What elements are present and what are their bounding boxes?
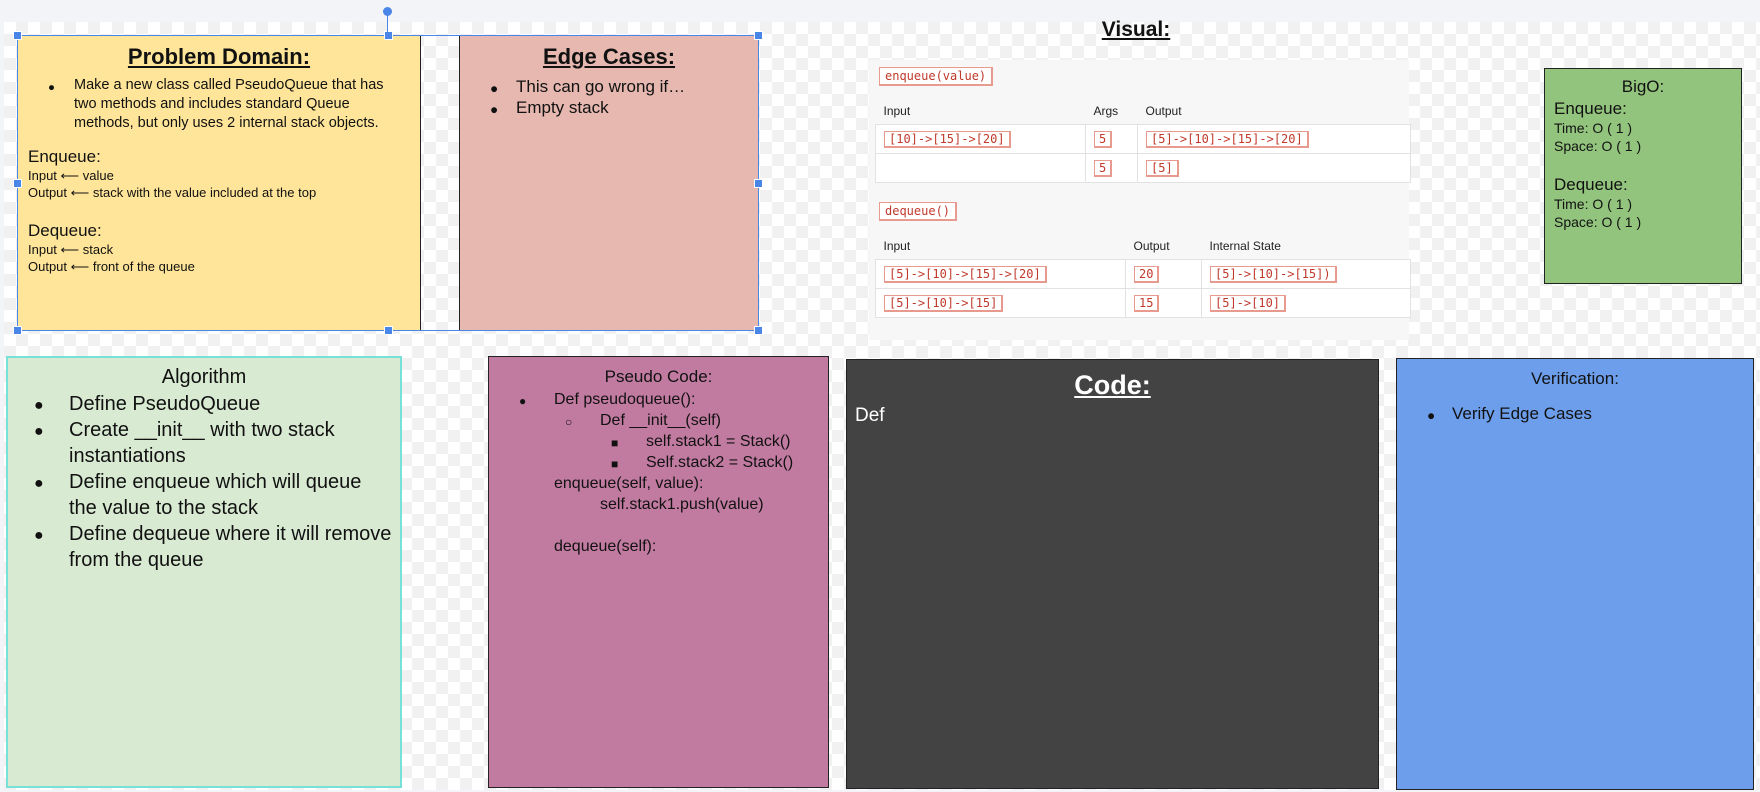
dequeue-table: Input Output Internal State [5]->[10]->[…	[875, 233, 1411, 318]
value-chip: 15	[1134, 294, 1160, 312]
problem-domain-box[interactable]: Problem Domain: Make a new class called …	[17, 35, 421, 331]
algorithm-step: Create __init__ with two stack instantia…	[14, 417, 394, 469]
table-cell: 20	[1125, 259, 1202, 289]
pseudo-line: enqueue(self, value):	[499, 473, 818, 494]
table-cell: 15	[1125, 288, 1202, 318]
value-chip: [5]->[10]->[15]->[20]	[1146, 130, 1309, 148]
table-cell: [5]->[10]->[15])	[1201, 259, 1411, 289]
table-row: [5]->[10]->[15]->[20] 20 [5]->[10]->[15]…	[875, 259, 1411, 289]
pseudo-code-box[interactable]: Pseudo Code: ● Def pseudoqueue(): ○ Def __…	[488, 356, 829, 788]
table-header-row: Input Output Internal State	[876, 233, 1411, 260]
code-body: Def	[855, 405, 885, 426]
pseudo-line-text: Def __init__(self)	[600, 412, 721, 429]
pseudo-line: ■ self.stack1 = Stack()	[499, 431, 818, 452]
algorithm-box[interactable]: Algorithm Define PseudoQueue Create __in…	[6, 356, 402, 788]
enqueue-output: Output ⟵ stack with the value included a…	[28, 185, 317, 200]
bigo-enqueue-time: Time: O ( 1 )	[1554, 120, 1633, 136]
column-header: Output	[1145, 104, 1182, 118]
pseudo-line-text: self.stack1.push(value)	[600, 496, 764, 513]
bigo-enqueue-space: Space: O ( 1 )	[1554, 138, 1642, 154]
code-box[interactable]: Code: Def	[846, 359, 1379, 789]
code-title: Code:	[1074, 370, 1151, 400]
table-row: [5]->[10]->[15] 15 [5]->[10]	[875, 288, 1411, 318]
bigo-dequeue-heading: Dequeue:	[1554, 175, 1628, 194]
problem-domain-title: Problem Domain:	[127, 44, 311, 69]
table-row: 5 [5]	[875, 153, 1411, 183]
bigo-enqueue-heading: Enqueue:	[1554, 99, 1627, 118]
algorithm-step: Define PseudoQueue	[14, 391, 394, 419]
dequeue-input: Input ⟵ stack	[28, 242, 114, 257]
enqueue-input: Input ⟵ value	[28, 168, 114, 183]
verification-list: Verify Edge Cases	[1407, 403, 1743, 426]
pseudo-line: dequeue(self):	[499, 536, 818, 557]
column-header: Input	[883, 104, 911, 118]
table-cell: 5	[1085, 124, 1138, 154]
bigo-title: BigO:	[1621, 77, 1665, 96]
rotate-handle[interactable]	[383, 7, 392, 16]
algorithm-title: Algorithm	[161, 366, 247, 388]
bullet-square: ■	[611, 457, 619, 471]
table-cell: [5]->[10]	[1201, 288, 1411, 318]
bullet-hollow: ○	[565, 415, 573, 429]
column-header: Args	[1093, 104, 1119, 118]
verification-item: Verify Edge Cases	[1407, 403, 1743, 426]
value-chip: [10]->[15]->[20]	[884, 130, 1011, 148]
visual-title: Visual:	[1101, 18, 1171, 41]
table-cell: [5]->[10]->[15]->[20]	[875, 259, 1126, 289]
column-header: Input	[883, 239, 911, 253]
value-chip: 20	[1134, 265, 1160, 283]
algorithm-list: Define PseudoQueue Create __init__ with …	[14, 391, 394, 573]
pseudo-line-text: self.stack1 = Stack()	[646, 433, 791, 450]
table-cell	[875, 153, 1086, 183]
dequeue-output: Output ⟵ front of the queue	[28, 259, 195, 274]
pseudo-line: ○ Def __init__(self)	[499, 410, 818, 431]
edge-cases-list: This can go wrong if… Empty stack	[470, 76, 748, 120]
table-row: [10]->[15]->[20] 5 [5]->[10]->[15]->[20]	[875, 124, 1411, 154]
table-cell: 5	[1085, 153, 1138, 183]
bigo-box[interactable]: BigO: Enqueue: Time: O ( 1 ) Space: O ( …	[1544, 68, 1742, 284]
verification-title: Verification:	[1531, 369, 1619, 388]
pseudo-line-text: enqueue(self, value):	[554, 475, 704, 492]
enqueue-heading: Enqueue:	[28, 147, 101, 166]
value-chip: 5	[1094, 130, 1113, 148]
table-cell: [10]->[15]->[20]	[875, 124, 1086, 154]
pseudo-line: ■ Self.stack2 = Stack()	[499, 452, 818, 473]
pseudo-code-title: Pseudo Code:	[604, 367, 713, 386]
bigo-dequeue-space: Space: O ( 1 )	[1554, 214, 1642, 230]
pseudo-line: self.stack1.push(value)	[499, 494, 818, 515]
bullet-filled: ●	[519, 394, 527, 408]
bigo-dequeue-time: Time: O ( 1 )	[1554, 196, 1633, 212]
column-header: Output	[1133, 239, 1170, 253]
value-chip: [5]->[10]->[15]	[884, 294, 1004, 312]
enqueue-function-tag: enqueue(value)	[879, 67, 994, 86]
pseudo-line-text: Self.stack2 = Stack()	[646, 454, 794, 471]
pseudo-line-text: Def pseudoqueue():	[554, 391, 696, 408]
table-header-row: Input Args Output	[876, 98, 1411, 125]
bullet-square: ■	[611, 436, 619, 450]
edge-cases-box[interactable]: Edge Cases: This can go wrong if… Empty …	[459, 35, 759, 331]
value-chip: [5]	[1146, 159, 1179, 177]
pseudo-line-text: dequeue(self):	[554, 538, 657, 555]
enqueue-table: Input Args Output [10]->[15]->[20] 5 [5]…	[875, 98, 1411, 183]
edge-cases-title: Edge Cases:	[542, 44, 676, 69]
algorithm-step: Define dequeue where it will remove from…	[14, 521, 394, 573]
visual-panel[interactable]: enqueue(value) Input Args Output [10]->[…	[869, 60, 1411, 340]
table-cell: [5]->[10]->[15]	[875, 288, 1126, 318]
value-chip: [5]->[10]	[1210, 294, 1287, 312]
edge-case-item: Empty stack	[470, 97, 748, 120]
dequeue-function-tag: dequeue()	[879, 202, 958, 221]
table-cell: [5]->[10]->[15]->[20]	[1137, 124, 1411, 154]
pseudo-line: ● Def pseudoqueue():	[499, 389, 818, 410]
problem-domain-list: Make a new class called PseudoQueue that…	[28, 76, 410, 133]
problem-domain-bullet: Make a new class called PseudoQueue that…	[28, 76, 410, 133]
dequeue-heading: Dequeue:	[28, 221, 102, 240]
value-chip: 5	[1094, 159, 1113, 177]
value-chip: [5]->[10]->[15]->[20]	[884, 265, 1047, 283]
table-cell: [5]	[1137, 153, 1411, 183]
algorithm-step: Define enqueue which will queue the valu…	[14, 469, 394, 521]
verification-box[interactable]: Verification: Verify Edge Cases	[1396, 358, 1754, 790]
edge-case-item: This can go wrong if…	[470, 76, 748, 99]
value-chip: [5]->[10]->[15])	[1210, 265, 1337, 283]
column-header: Internal State	[1209, 239, 1281, 253]
